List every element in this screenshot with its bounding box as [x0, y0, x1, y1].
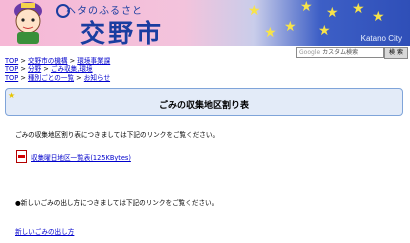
search-input[interactable]: Google カスタム検索	[296, 47, 384, 58]
star-icon: ★	[352, 1, 365, 17]
site-logo[interactable]: 交野市	[80, 14, 164, 50]
search-placeholder: カスタム検索	[322, 49, 359, 56]
page-title: ごみの収集地区割り表	[158, 101, 249, 111]
pdf-download-link[interactable]: 収集曜日地区一覧表(125KBytes)	[31, 154, 131, 162]
search-provider-label: Google	[299, 49, 321, 56]
city-name-en: Katano City	[360, 34, 402, 43]
breadcrumb-separator: >	[69, 57, 76, 65]
star-icon: ★	[300, 0, 313, 15]
breadcrumb-link-top[interactable]: TOP	[5, 74, 18, 82]
breadcrumb: TOP > 交野市の機構 > 環境事業課 TOP > 分野 > ごみ収集,環境 …	[5, 57, 110, 82]
breadcrumb-link[interactable]: お知らせ	[84, 74, 110, 82]
breadcrumb-separator: >	[20, 57, 26, 65]
breadcrumb-link[interactable]: 環境事業課	[77, 57, 110, 65]
star-icon: ★	[284, 19, 297, 35]
star-icon: ★	[326, 5, 339, 21]
search-button[interactable]: 検 索	[384, 47, 408, 59]
new-method-text: ●新しいごみの出し方につきましては下記のリンクをご覧ください。	[15, 199, 219, 207]
breadcrumb-separator: >	[20, 65, 26, 74]
breadcrumb-separator: >	[43, 65, 49, 74]
star-icon: ★	[318, 23, 331, 39]
new-method-link[interactable]: 新しいごみの出し方	[15, 228, 74, 236]
breadcrumb-separator: >	[20, 73, 26, 82]
pdf-icon	[16, 150, 27, 163]
site-header: ヘタのふるさと 交野市 ★ ★ ★ ★ ★ ★ ★ ★ Katano City	[0, 0, 410, 48]
breadcrumb-link[interactable]: 分野	[28, 65, 41, 73]
star-icon: ★	[248, 3, 261, 19]
breadcrumb-link[interactable]: 種別ごとの一覧	[28, 74, 74, 82]
intro-text: ごみの収集地区割り表につきましては下記のリンクをご覧ください。	[15, 131, 220, 139]
breadcrumb-link[interactable]: ごみ収集,環境	[51, 65, 93, 73]
star-icon: ★	[264, 25, 277, 41]
mascot-character-icon	[14, 2, 42, 44]
breadcrumb-separator: >	[76, 73, 82, 82]
breadcrumb-row: TOP > 種別ごとの一覧 > お知らせ	[5, 74, 110, 82]
star-icon: ★	[372, 9, 385, 25]
breadcrumb-link-top[interactable]: TOP	[5, 57, 18, 65]
page-title-box: ★ ごみの収集地区割り表	[5, 88, 403, 116]
breadcrumb-link-top[interactable]: TOP	[5, 65, 18, 73]
breadcrumb-link[interactable]: 交野市の機構	[28, 57, 68, 65]
breadcrumb-row: TOP > 分野 > ごみ収集,環境	[5, 65, 110, 73]
